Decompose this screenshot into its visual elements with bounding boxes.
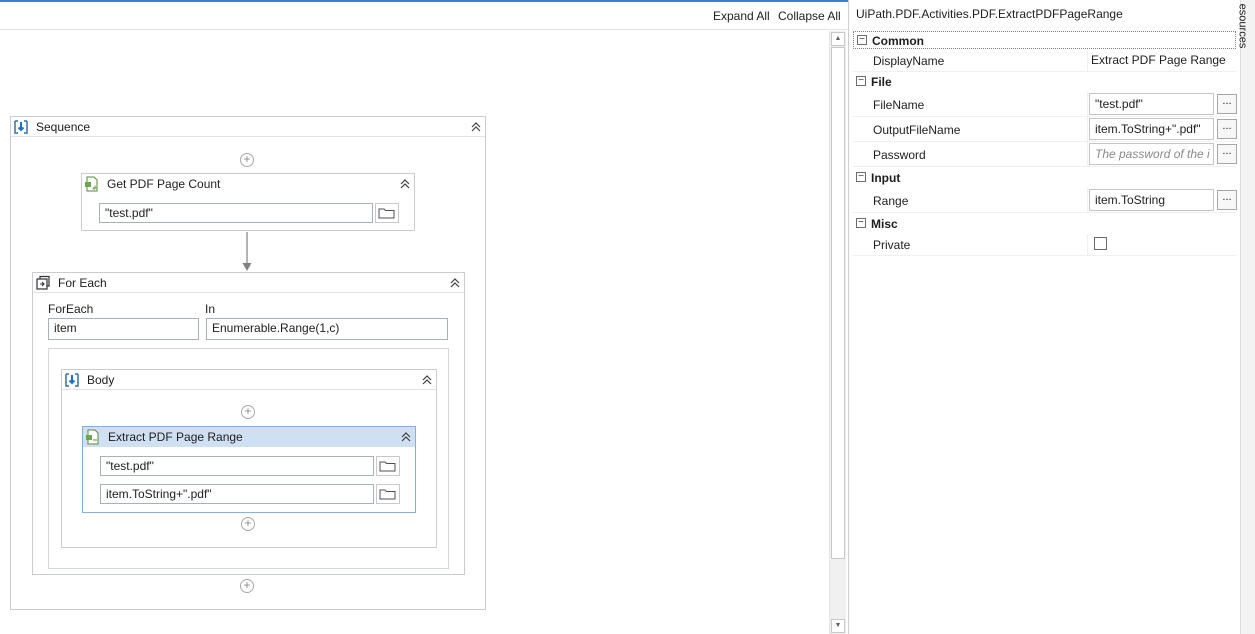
category-file-label: File xyxy=(871,75,892,89)
get-pdf-page-count-activity[interactable]: # Get PDF Page Count "test.pdf" xyxy=(81,173,415,231)
category-input[interactable]: − Input xyxy=(853,169,1236,187)
add-activity-icon[interactable]: + xyxy=(241,517,255,531)
add-activity-icon[interactable]: + xyxy=(240,579,254,593)
designer-vertical-scrollbar[interactable]: ▲ ▼ xyxy=(829,31,846,634)
collapse-category-icon[interactable]: − xyxy=(856,76,866,86)
collapse-extract-pdf-page-range-icon[interactable] xyxy=(400,431,412,443)
property-row-private[interactable]: Private xyxy=(853,234,1236,256)
extract-pdf-page-range-activity[interactable]: Extract PDF Page Range "test.pdf" item.T… xyxy=(82,426,416,513)
collapse-category-icon[interactable]: − xyxy=(856,172,866,182)
scroll-up-icon[interactable]: ▲ xyxy=(831,32,845,46)
property-row-range[interactable]: Range item.ToString ... xyxy=(853,188,1237,213)
sequence-icon xyxy=(14,120,28,134)
for-each-title: For Each xyxy=(58,276,107,290)
password-label: Password xyxy=(873,148,926,162)
private-checkbox[interactable] xyxy=(1094,237,1107,250)
get-pdf-page-count-header[interactable]: # Get PDF Page Count xyxy=(82,174,414,194)
filename-ellipsis-button[interactable]: ... xyxy=(1217,94,1237,114)
displayname-label: DisplayName xyxy=(873,54,945,68)
designer-toolbar: Expand All Collapse All xyxy=(0,2,848,30)
in-collection-input[interactable]: Enumerable.Range(1,c) xyxy=(206,318,448,340)
for-each-header[interactable]: For Each xyxy=(33,273,464,293)
outputfilename-label: OutputFileName xyxy=(873,123,961,137)
property-row-displayname[interactable]: DisplayName Extract PDF Page Range xyxy=(853,50,1236,72)
category-common-label: Common xyxy=(872,34,924,48)
foreach-item-input[interactable]: item xyxy=(48,318,199,340)
workflow-designer: Expand All Collapse All Sequence + # Get… xyxy=(0,0,848,634)
category-common[interactable]: − Common xyxy=(853,31,1236,49)
add-activity-icon[interactable]: + xyxy=(240,153,254,167)
side-dock-strip: esources xyxy=(1236,0,1255,634)
for-each-activity[interactable]: For Each ForEach In item Enumerable.Rang… xyxy=(32,272,465,575)
pdf-extract-icon xyxy=(86,429,99,445)
extract-pdf-page-range-title: Extract PDF Page Range xyxy=(108,430,243,444)
body-sequence-icon xyxy=(65,373,79,387)
sequence-header[interactable]: Sequence xyxy=(11,117,485,137)
category-misc-label: Misc xyxy=(871,217,898,231)
pdf-file-input[interactable]: "test.pdf" xyxy=(99,203,373,223)
password-input[interactable]: The password of the i xyxy=(1089,143,1214,165)
resources-tab[interactable]: esources xyxy=(1236,2,1255,62)
scrollbar-thumb[interactable] xyxy=(831,47,845,559)
extract-pdf-page-range-header[interactable]: Extract PDF Page Range xyxy=(83,427,415,447)
property-row-outputfilename[interactable]: OutputFileName item.ToString+".pdf" ... xyxy=(853,117,1237,142)
pdf-count-icon: # xyxy=(85,176,98,192)
browse-file-button[interactable] xyxy=(376,456,400,476)
scroll-down-icon[interactable]: ▼ xyxy=(831,619,845,633)
collapse-get-pdf-page-count-icon[interactable] xyxy=(399,178,411,190)
folder-icon xyxy=(379,489,396,500)
range-label: Range xyxy=(873,194,909,208)
body-sequence-activity[interactable]: Body + Extract PDF Page Range "test.pdf"… xyxy=(61,369,437,548)
properties-title: UiPath.PDF.Activities.PDF.ExtractPDFPage… xyxy=(856,7,1123,21)
collapse-all-button[interactable]: Collapse All xyxy=(778,9,841,23)
property-divider xyxy=(1087,117,1088,141)
property-row-password[interactable]: Password The password of the i ... xyxy=(853,142,1237,167)
browse-folder-button[interactable] xyxy=(375,203,399,223)
category-input-label: Input xyxy=(871,171,901,185)
property-divider xyxy=(1087,234,1088,255)
password-ellipsis-button[interactable]: ... xyxy=(1217,144,1237,164)
category-file[interactable]: − File xyxy=(853,73,1236,91)
property-divider xyxy=(1087,50,1088,71)
folder-icon xyxy=(379,461,396,472)
outputfilename-input[interactable]: item.ToString+".pdf" xyxy=(1089,118,1214,140)
get-pdf-page-count-title: Get PDF Page Count xyxy=(107,177,221,191)
filename-input[interactable]: "test.pdf" xyxy=(1089,93,1214,115)
flow-connector-arrow xyxy=(242,232,252,271)
add-activity-icon[interactable]: + xyxy=(241,405,255,419)
foreach-label: ForEach xyxy=(48,302,94,316)
extract-output-input[interactable]: item.ToString+".pdf" xyxy=(100,484,374,504)
property-divider xyxy=(1087,142,1088,166)
expand-all-button[interactable]: Expand All xyxy=(713,9,770,23)
for-each-icon xyxy=(36,275,50,290)
extract-file-input[interactable]: "test.pdf" xyxy=(100,456,374,476)
folder-icon xyxy=(378,208,395,219)
outputfilename-ellipsis-button[interactable]: ... xyxy=(1217,119,1237,139)
body-header[interactable]: Body xyxy=(62,370,436,390)
collapse-body-icon[interactable] xyxy=(421,374,433,386)
in-label: In xyxy=(205,302,216,316)
browse-output-button[interactable] xyxy=(376,484,400,504)
sequence-activity[interactable]: Sequence + # Get PDF Page Count "test.pd… xyxy=(10,116,486,610)
collapse-sequence-icon[interactable] xyxy=(470,121,482,133)
resources-tab-label: esources xyxy=(1236,3,1249,49)
filename-label: FileName xyxy=(873,98,925,112)
displayname-value[interactable]: Extract PDF Page Range xyxy=(1091,53,1226,67)
sequence-title: Sequence xyxy=(36,120,91,134)
property-divider xyxy=(1087,92,1088,116)
range-input[interactable]: item.ToString xyxy=(1089,189,1214,211)
collapse-category-icon[interactable]: − xyxy=(856,218,866,228)
category-misc[interactable]: − Misc xyxy=(853,215,1236,233)
property-row-filename[interactable]: FileName "test.pdf" ... xyxy=(853,92,1237,117)
svg-text:#: # xyxy=(92,185,97,192)
property-divider xyxy=(1087,188,1088,212)
properties-panel: UiPath.PDF.Activities.PDF.ExtractPDFPage… xyxy=(848,0,1240,634)
collapse-category-icon[interactable]: − xyxy=(857,35,867,45)
range-ellipsis-button[interactable]: ... xyxy=(1217,190,1237,210)
body-container: Body + Extract PDF Page Range "test.pdf"… xyxy=(48,348,449,569)
private-label: Private xyxy=(873,238,911,252)
collapse-for-each-icon[interactable] xyxy=(449,277,461,289)
body-title: Body xyxy=(87,373,115,387)
